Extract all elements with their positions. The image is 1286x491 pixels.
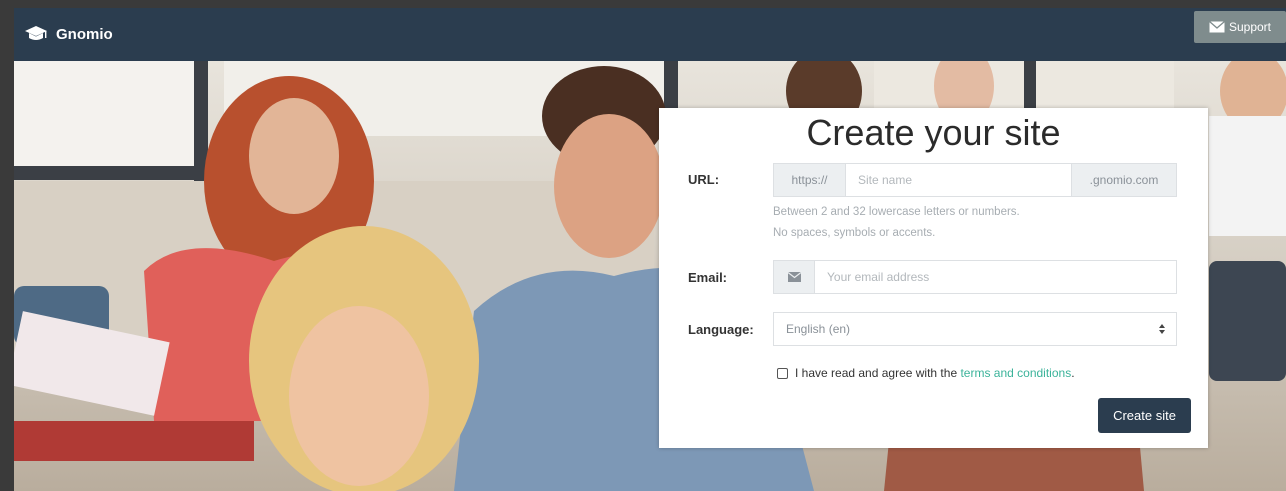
url-input-group: https:// .gnomio.com [773, 163, 1177, 197]
site-name-input[interactable] [846, 164, 1071, 196]
envelope-icon [1209, 21, 1225, 33]
browser-viewport: Gnomio Support Create your site URL: htt… [14, 8, 1286, 491]
create-site-button[interactable]: Create site [1098, 398, 1191, 433]
url-help-line-1: Between 2 and 32 lowercase letters or nu… [773, 206, 1020, 218]
agree-text-end: . [1071, 366, 1075, 380]
agree-text-main: I have read and agree with the [795, 366, 958, 380]
language-label: Language: [688, 322, 754, 337]
terms-checkbox[interactable] [777, 367, 788, 379]
email-input[interactable] [815, 261, 1176, 293]
url-prefix: https:// [774, 164, 846, 196]
language-selected-value: English (en) [786, 322, 851, 336]
support-button[interactable]: Support [1194, 11, 1286, 43]
url-suffix: .gnomio.com [1071, 164, 1176, 196]
form-title: Create your site [806, 112, 1061, 153]
support-label: Support [1228, 20, 1272, 34]
envelope-icon [774, 261, 815, 293]
language-select[interactable]: English (en) [773, 312, 1177, 346]
email-input-group [773, 260, 1177, 294]
graduation-cap-icon [25, 26, 47, 40]
terms-agreement: I have read and agree with the terms and… [777, 366, 1075, 380]
url-label: URL: [688, 172, 720, 187]
create-site-card: Create your site URL: https:// .gnomio.c… [659, 108, 1208, 448]
brand-name: Gnomio [56, 25, 113, 43]
terms-link[interactable]: terms and conditions [960, 366, 1071, 380]
top-navbar: Gnomio Support [14, 8, 1286, 61]
url-help-line-2: No spaces, symbols or accents. [773, 227, 936, 239]
select-arrows-icon [1159, 324, 1165, 334]
agree-text: I have read and agree with the terms and… [795, 366, 1075, 380]
email-label: Email: [688, 270, 728, 285]
brand-logo[interactable]: Gnomio [24, 22, 113, 46]
